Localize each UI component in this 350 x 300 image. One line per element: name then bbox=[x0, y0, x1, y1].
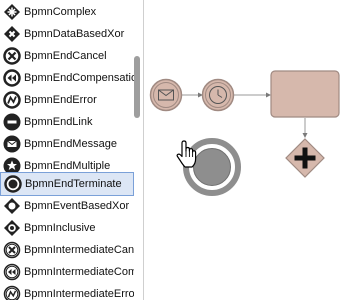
palette-item-end-message[interactable]: BpmnEndMessage bbox=[0, 133, 134, 155]
intermediate-error-icon bbox=[3, 285, 21, 300]
end-cancel-icon bbox=[3, 47, 21, 65]
arrowhead-icon bbox=[302, 133, 308, 138]
palette-item-label: BpmnEndMessage bbox=[24, 138, 117, 150]
intermediate-cancel-icon bbox=[3, 241, 21, 259]
palette-item-label: BpmnIntermediateCompensation bbox=[24, 266, 134, 278]
data-based-xor-icon bbox=[4, 26, 20, 42]
palette-item-label: BpmnEndError bbox=[24, 94, 97, 106]
palette-item-intermediate-error[interactable]: BpmnIntermediateError bbox=[0, 283, 134, 300]
palette-item-intermediate-compensation[interactable]: BpmnIntermediateCompensation bbox=[0, 261, 134, 283]
palette-scrollbar-track[interactable] bbox=[134, 0, 143, 300]
palette-item-label: BpmnIntermediateCancel bbox=[24, 244, 134, 256]
palette-item-label: BpmnEndLink bbox=[24, 116, 93, 128]
end-link-icon bbox=[3, 113, 21, 131]
arrowhead-icon bbox=[266, 92, 271, 98]
palette-item-end-error[interactable]: BpmnEndError bbox=[0, 89, 134, 111]
palette-item-event-based-xor[interactable]: BpmnEventBasedXor bbox=[0, 195, 134, 217]
event-based-xor-icon bbox=[4, 198, 20, 214]
intermediate-compensation-icon bbox=[3, 263, 21, 281]
palette-item-inclusive[interactable]: BpmnInclusive bbox=[0, 217, 134, 239]
hand-cursor-icon bbox=[176, 140, 197, 168]
palette-item-end-link[interactable]: BpmnEndLink bbox=[0, 111, 134, 133]
task-shape[interactable] bbox=[270, 70, 340, 118]
palette-item-label: BpmnEventBasedXor bbox=[24, 200, 130, 212]
palette-item-end-terminate[interactable]: BpmnEndTerminate bbox=[0, 172, 134, 196]
palette-item-intermediate-cancel[interactable]: BpmnIntermediateCancel bbox=[0, 239, 134, 261]
palette-item-label: BpmnIntermediateError bbox=[24, 288, 134, 300]
end-message-icon bbox=[3, 135, 21, 153]
complex-gateway-icon bbox=[4, 4, 20, 20]
palette-item-label: BpmnEndCancel bbox=[24, 50, 107, 62]
palette-item-label: BpmnComplex bbox=[24, 6, 97, 18]
clock-icon bbox=[209, 86, 227, 104]
end-compensation-icon bbox=[3, 69, 21, 87]
inclusive-gateway-icon bbox=[4, 220, 20, 236]
palette-item-label: BpmnDataBasedXor bbox=[24, 28, 125, 40]
palette-item-end-compensation[interactable]: BpmnEndCompensation bbox=[0, 67, 134, 89]
end-error-icon bbox=[3, 91, 21, 109]
end-terminate-icon bbox=[4, 175, 22, 193]
palette-item-label: BpmnEndTerminate bbox=[25, 178, 122, 190]
palette-item-label: BpmnInclusive bbox=[24, 222, 96, 234]
palette-scrollbar-thumb[interactable] bbox=[134, 56, 140, 118]
palette-item-end-cancel[interactable]: BpmnEndCancel bbox=[0, 45, 134, 67]
diagram-canvas[interactable] bbox=[144, 0, 350, 300]
shape-palette: BpmnComplex BpmnDataBasedXor BpmnEndCanc bbox=[0, 0, 144, 300]
envelope-icon bbox=[158, 89, 174, 101]
palette-item-data-based-xor[interactable]: BpmnDataBasedXor bbox=[0, 23, 134, 45]
palette-item-label: BpmnEndCompensation bbox=[24, 72, 134, 84]
palette-item-complex[interactable]: BpmnComplex bbox=[0, 1, 134, 23]
